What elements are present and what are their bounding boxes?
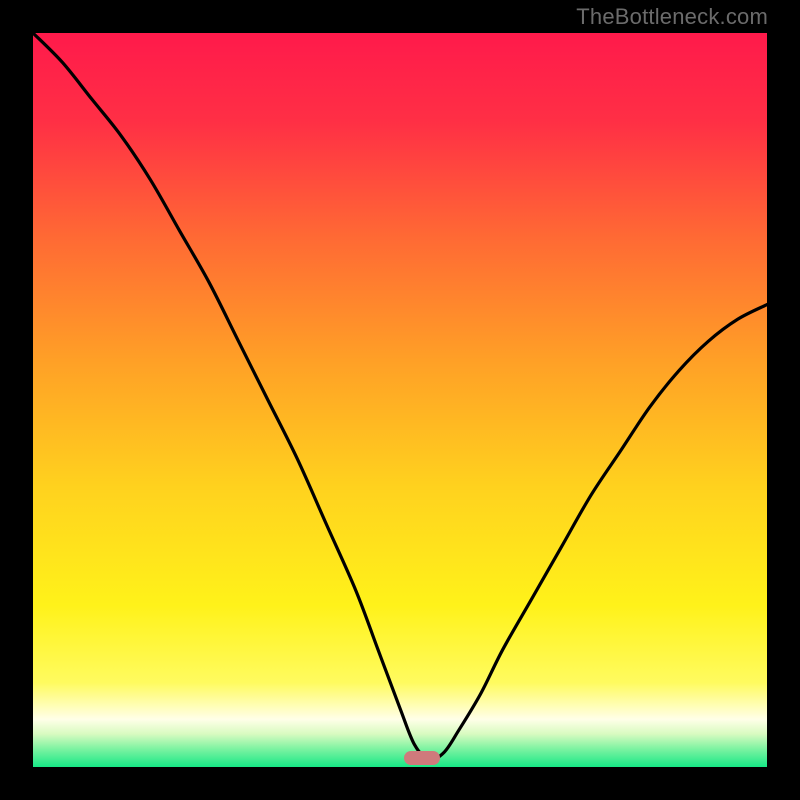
optimal-marker (404, 751, 441, 765)
bottleneck-curve (33, 33, 767, 767)
chart-frame: TheBottleneck.com (0, 0, 800, 800)
plot-area (33, 33, 767, 767)
watermark-text: TheBottleneck.com (576, 4, 768, 30)
